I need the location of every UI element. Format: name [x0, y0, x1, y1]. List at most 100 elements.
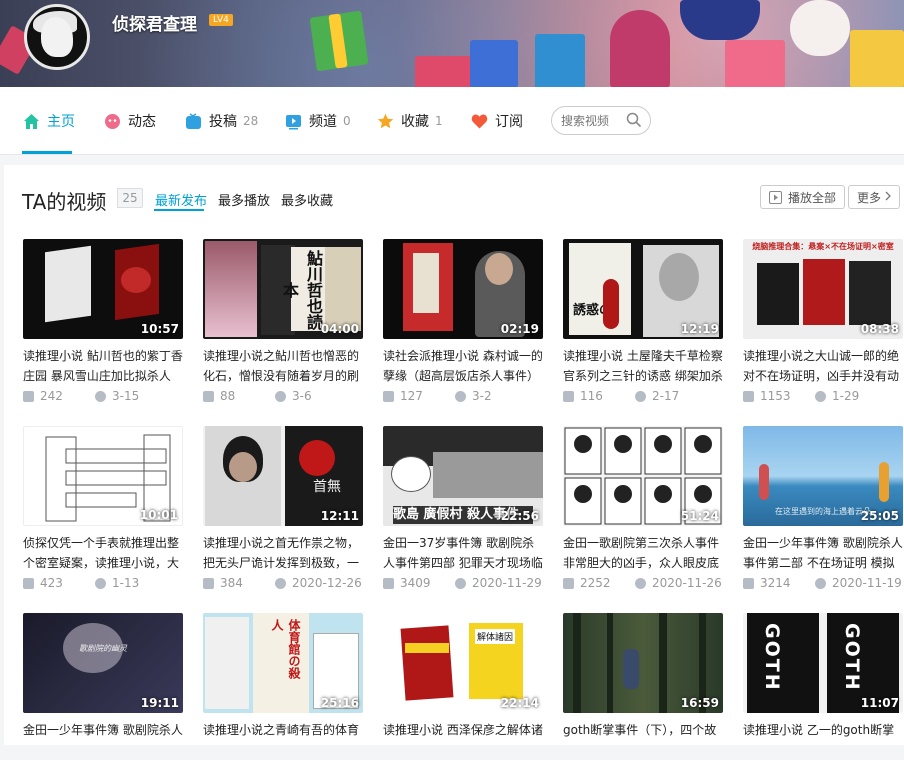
video-title[interactable]: 读推理小说 鲇川哲也的紫丁香庄园 暴风雪山庄加比拟杀人: [23, 346, 183, 386]
search-icon[interactable]: [626, 112, 642, 128]
play-count: 2252: [580, 576, 611, 590]
clock-icon: [95, 390, 106, 402]
tab-uploads[interactable]: 投稿 28: [185, 87, 258, 155]
clock-icon: [275, 390, 286, 402]
speech-bubble: [391, 456, 431, 492]
video-thumbnail[interactable]: 誘惑の 12:19: [563, 239, 723, 339]
video-count-badge: 25: [117, 188, 143, 208]
video-thumbnail[interactable]: 在这里遇到的海上遇着云朵 25:05: [743, 426, 903, 526]
character-figure: [879, 462, 889, 502]
book-title-text: 首無: [313, 479, 341, 495]
upload-date: 2020-12-26: [292, 576, 362, 590]
play-count-icon: [563, 390, 574, 402]
video-thumbnail[interactable]: 首無 12:11: [203, 426, 363, 526]
video-title[interactable]: 读社会派推理小说 森村诚一的孽缘（超高层饭店杀人事件）: [383, 346, 543, 386]
tab-dynamic-label: 动态: [128, 114, 156, 130]
video-thumbnail[interactable]: 歌剧院的幽灵 19:11: [23, 613, 183, 713]
tab-subscriptions[interactable]: 订阅: [471, 87, 523, 155]
play-count-icon: [203, 390, 214, 402]
video-title[interactable]: 读推理小说 西泽保彦之解体诸: [383, 720, 543, 760]
video-thumbnail[interactable]: 烧脑推理合集：悬案×不在场证明×密室 08:38: [743, 239, 903, 339]
sort-active-indicator: [154, 209, 204, 211]
play-icon: [769, 190, 782, 204]
play-count: 116: [580, 389, 603, 403]
tab-home[interactable]: 主页: [23, 87, 75, 155]
clock-icon: [815, 390, 826, 402]
video-title[interactable]: 读推理小说 乙一的goth断掌: [743, 720, 903, 760]
author-face: [659, 253, 699, 301]
video-thumbnail[interactable]: 51:24: [563, 426, 723, 526]
play-count: 3214: [760, 576, 791, 590]
clock-icon: [275, 577, 286, 589]
video-duration: 22:56: [500, 509, 539, 523]
search-input[interactable]: [561, 107, 627, 134]
video-title[interactable]: 侦探仅凭一个手表就推理出整个密室疑案，读推理小说，大: [23, 533, 183, 573]
play-count-icon: [383, 577, 394, 589]
video-meta: 1153 1-29: [743, 389, 903, 403]
section-title: TA的视频: [22, 190, 107, 214]
active-tab-indicator: [22, 151, 72, 154]
video-duration: 25:16: [320, 696, 359, 710]
video-thumbnail[interactable]: 10:57: [23, 239, 183, 339]
video-meta: 3409 2020-11-29: [383, 576, 543, 590]
video-thumbnail[interactable]: GOTH GOTH 11:07: [743, 613, 903, 713]
book-cover: [569, 243, 631, 335]
video-meta: 127 3-2: [383, 389, 543, 403]
user-avatar[interactable]: [24, 4, 90, 70]
video-title[interactable]: 金田一歌剧院第三次杀人事件 非常胆大的凶手，众人眼皮底: [563, 533, 723, 573]
video-title[interactable]: goth断掌事件（下），四个故: [563, 720, 723, 760]
bunny-plush-decoration: [790, 0, 850, 56]
sort-most-played[interactable]: 最多播放: [218, 190, 270, 209]
video-thumbnail[interactable]: 体育館の殺人 25:16: [203, 613, 363, 713]
video-thumbnail[interactable]: 02:19: [383, 239, 543, 339]
video-title[interactable]: 读推理小说 土屋隆夫千草检察官系列之三针的诱惑 绑架加杀: [563, 346, 723, 386]
author-photo: [325, 247, 361, 331]
video-thumbnail[interactable]: 10:01: [23, 426, 183, 526]
sort-most-favorited[interactable]: 最多收藏: [281, 190, 333, 209]
tab-dynamic[interactable]: 动态: [104, 87, 156, 155]
gift-box-decoration: [470, 40, 518, 87]
play-count-icon: [203, 577, 214, 589]
play-all-button[interactable]: 播放全部: [760, 185, 846, 209]
video-title[interactable]: 金田一37岁事件簿 歌剧院杀人事件第四部 犯罪天才现场临: [383, 533, 543, 573]
tab-favorites[interactable]: 收藏 1: [377, 87, 443, 155]
video-title[interactable]: 读推理小说之首无作祟之物，把无头尸诡计发挥到极致，一: [203, 533, 363, 573]
upload-date: 3-2: [472, 389, 492, 403]
play-count: 423: [40, 576, 63, 590]
video-title[interactable]: 读推理小说之青崎有吾的体育: [203, 720, 363, 760]
more-button[interactable]: 更多: [848, 185, 901, 209]
tab-channels[interactable]: 频道 0: [285, 87, 351, 155]
video-duration: 51:24: [680, 509, 719, 523]
video-title[interactable]: 金田一少年事件簿 歌剧院杀人事件第二部 不在场证明 模拟: [743, 533, 903, 573]
clock-icon: [635, 577, 646, 589]
video-meta: 116 2-17: [563, 389, 723, 403]
play-count: 88: [220, 389, 236, 403]
video-title[interactable]: 读推理小说之大山诚一郎的绝对不在场证明，凶手并没有动: [743, 346, 903, 386]
video-meta: 88 3-6: [203, 389, 363, 403]
play-count: 242: [40, 389, 63, 403]
author-face: [485, 253, 513, 285]
video-title[interactable]: 读推理小说之鲇川哲也憎恶的化石，憎恨没有随着岁月的刷: [203, 346, 363, 386]
play-count-icon: [23, 390, 34, 402]
video-duration: 11:07: [860, 696, 899, 710]
thumb-caption: 歌剧院的幽灵: [79, 644, 127, 653]
video-thumbnail[interactable]: 16:59: [563, 613, 723, 713]
upload-date: 1-13: [112, 576, 140, 590]
more-label: 更多: [857, 190, 882, 205]
book-title-text: GOTH: [761, 623, 783, 692]
upload-date: 3-15: [112, 389, 140, 403]
video-thumbnail[interactable]: 鮎川哲也読本 04:00: [203, 239, 363, 339]
user-name: 侦探君查理: [112, 15, 197, 35]
book-cover: [803, 259, 845, 325]
video-title[interactable]: 金田一少年事件簿 歌剧院杀人: [23, 720, 183, 760]
video-thumbnail[interactable]: 解体諸因 22:14: [383, 613, 543, 713]
home-icon: [23, 113, 40, 130]
play-count: 384: [220, 576, 243, 590]
video-thumbnail[interactable]: 歌島 廣假村 殺人事件 22:56: [383, 426, 543, 526]
search-box[interactable]: [551, 106, 651, 135]
play-count-icon: [743, 577, 754, 589]
user-level-badge: LV4: [209, 14, 233, 26]
profile-nav: 主页 动态 投稿 28 频道 0 收藏 1 订阅: [0, 87, 904, 155]
tab-subscriptions-label: 订阅: [495, 114, 523, 130]
sort-latest[interactable]: 最新发布: [155, 190, 207, 209]
